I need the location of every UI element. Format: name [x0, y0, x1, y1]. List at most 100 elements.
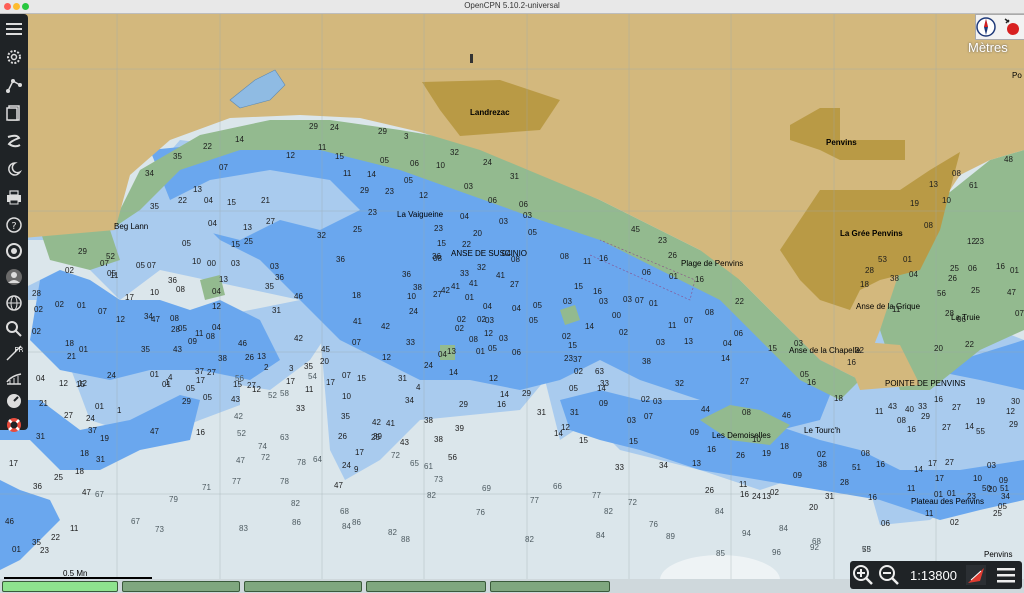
depth-sounding: 05 — [136, 261, 145, 270]
depth-sounding: 33 — [918, 402, 927, 411]
depth-sounding: 34 — [659, 461, 668, 470]
depth-sounding: 06 — [642, 268, 651, 277]
depth-sounding: 20 — [809, 503, 818, 512]
globe-icon[interactable] — [3, 292, 25, 314]
depth-sounding: 10 — [436, 161, 445, 170]
depth-sounding: 78 — [297, 458, 306, 467]
follow-ship-icon[interactable] — [3, 240, 25, 262]
track-icon[interactable] — [3, 130, 25, 152]
menu-icon[interactable] — [3, 18, 25, 40]
depth-sounding: 27 — [740, 377, 749, 386]
depth-sounding: 25 — [353, 225, 362, 234]
depth-sounding: 96 — [772, 548, 781, 557]
depth-sounding: 35 — [32, 538, 41, 547]
depth-sounding: 09 — [793, 471, 802, 480]
print-icon[interactable] — [3, 186, 25, 208]
chart-quilt-key[interactable] — [244, 581, 362, 592]
chart-quilt-key[interactable] — [366, 581, 486, 592]
depth-sounding: 12 — [967, 237, 976, 246]
depth-sounding: 06 — [519, 200, 528, 209]
depth-sounding: 01 — [95, 402, 104, 411]
window-title-bar: OpenCPN 5.10.2-universal — [0, 0, 1024, 14]
depth-sounding: 01 — [77, 301, 86, 310]
depth-sounding: 38 — [434, 435, 443, 444]
depth-sounding: 01 — [934, 490, 943, 499]
language-fr-icon[interactable]: FR — [3, 342, 25, 364]
depth-sounding: 28 — [865, 266, 874, 275]
tide-current-icon[interactable] — [3, 366, 25, 388]
settings-gear-icon[interactable] — [3, 46, 25, 68]
search-icon[interactable] — [3, 318, 25, 340]
depth-sounding: 25 — [993, 509, 1002, 518]
compass-widget[interactable] — [975, 14, 1024, 40]
depth-sounding: 46 — [294, 292, 303, 301]
depth-sounding: 14 — [367, 170, 376, 179]
depth-sounding: 63 — [595, 367, 604, 376]
route-manager-icon[interactable] — [3, 102, 25, 124]
depth-sounding: 10 — [973, 474, 982, 483]
depth-sounding: 17 — [928, 459, 937, 468]
gauge-icon[interactable] — [3, 390, 25, 412]
depth-sounding: 15 — [579, 436, 588, 445]
day-night-icon[interactable] — [3, 158, 25, 180]
depth-sounding: 28 — [945, 309, 954, 318]
depth-sounding: 26 — [245, 353, 254, 362]
chart-quilt-key[interactable] — [490, 581, 610, 592]
chart-canvas[interactable]: Landrezac Penvins La Grée Penvins Beg Lann L… — [0, 14, 1024, 579]
depth-sounding: 11 — [668, 321, 677, 330]
depth-sounding: 13 — [243, 223, 252, 232]
depth-sounding: 08 — [433, 254, 442, 263]
depth-sounding: 15 — [335, 152, 344, 161]
ais-ship-icon[interactable] — [965, 564, 987, 586]
depth-sounding: 47 — [1007, 288, 1016, 297]
depth-sounding: 4 — [416, 383, 421, 392]
depth-sounding: 16 — [847, 358, 856, 367]
depth-sounding: 47 — [334, 481, 343, 490]
mob-lifebuoy-icon[interactable] — [3, 414, 25, 436]
help-icon[interactable]: ? — [3, 214, 25, 236]
depth-sounding: 03 — [523, 211, 532, 220]
depth-sounding: 07 — [100, 259, 109, 268]
depth-sounding: 08 — [469, 335, 478, 344]
place-label: Anse de la Grique — [856, 302, 921, 311]
depth-sounding: 3 — [289, 364, 294, 373]
depth-sounding: 13 — [692, 459, 701, 468]
depth-sounding: 14 — [914, 465, 923, 474]
depth-sounding: 04 — [204, 196, 213, 205]
chart-quilt-key[interactable] — [122, 581, 240, 592]
depth-sounding: 08 — [176, 285, 185, 294]
depth-sounding: 33 — [296, 404, 305, 413]
depth-sounding: 24 — [409, 307, 418, 316]
depth-sounding: 56 — [937, 289, 946, 298]
depth-sounding: 07 — [684, 316, 693, 325]
depth-sounding: 37 — [88, 426, 97, 435]
depth-sounding: 16 — [868, 493, 877, 502]
depth-sounding: 41 — [469, 279, 478, 288]
depth-sounding: 36 — [402, 270, 411, 279]
depth-sounding: 04 — [36, 374, 45, 383]
depth-sounding: 38 — [218, 354, 227, 363]
dashboard-avatar-icon[interactable] — [3, 266, 25, 288]
hamburger-menu-icon[interactable] — [995, 564, 1017, 586]
depth-sounding: 23 — [368, 208, 377, 217]
depth-sounding: 09 — [690, 428, 699, 437]
depth-sounding: 27 — [64, 411, 73, 420]
zoom-out-icon[interactable] — [878, 564, 900, 586]
depth-sounding: 01 — [947, 489, 956, 498]
depth-sounding: 11 — [110, 271, 119, 280]
depth-sounding: 12 — [59, 379, 68, 388]
depth-sounding: 04 — [502, 249, 511, 258]
chart-quilt-key-active[interactable] — [2, 581, 118, 592]
place-label: La Grée Penvins — [840, 229, 903, 238]
depth-sounding: 08 — [560, 252, 569, 261]
depth-sounding: 02 — [65, 266, 74, 275]
zoom-in-icon[interactable] — [852, 564, 874, 586]
depth-sounding: 02 — [562, 332, 571, 341]
route-icon[interactable] — [3, 74, 25, 96]
depth-sounding: 76 — [476, 508, 485, 517]
depth-sounding: 21 — [67, 352, 76, 361]
depth-sounding: 28 — [171, 325, 180, 334]
depth-sounding: 01 — [79, 345, 88, 354]
depth-sounding: 42 — [294, 334, 303, 343]
depth-sounding: 10 — [342, 392, 351, 401]
